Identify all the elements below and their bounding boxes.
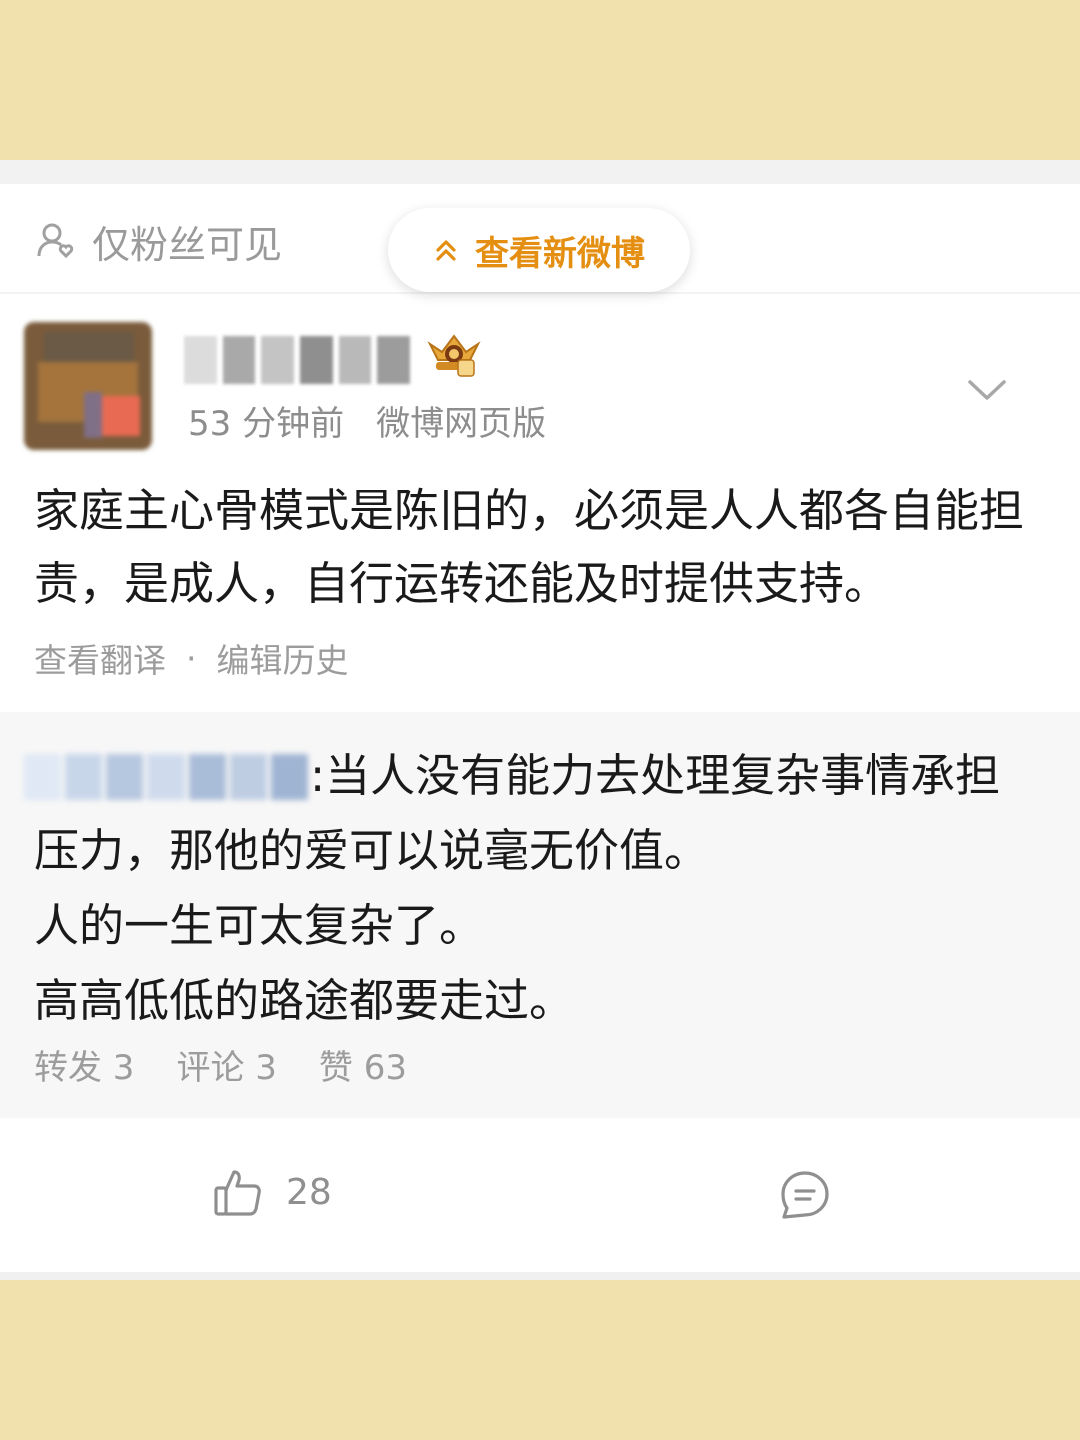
post-content: 家庭主心骨模式是陈旧的，必须是人人都各自能担责，是成人，自行运转还能及时提供支持… [34, 484, 1025, 610]
avatar[interactable] [24, 322, 152, 450]
chevron-up-double-icon [436, 240, 456, 261]
visibility-indicator: 仅粉丝可见 [36, 216, 283, 267]
divider [0, 292, 1080, 294]
top-divider-strip [0, 160, 1080, 184]
chevron-down-icon[interactable] [966, 374, 1008, 406]
post-time: 53 分钟前 [188, 404, 345, 444]
post-secondary-actions: 查看翻译 · 编辑历史 [34, 634, 349, 682]
user-fans-icon [37, 223, 74, 259]
reposted-content[interactable]: :当人没有能力去处理复杂事情承担 压力，那他的爱可以说毫无价值。 人的一生可太复… [0, 712, 1080, 1118]
repost-line: 高高低低的路途都要走过。 [34, 974, 575, 1027]
translate-link[interactable]: 查看翻译 [34, 634, 166, 682]
view-new-posts-button[interactable]: 查看新微博 [388, 208, 690, 292]
repost-line: 人的一生可太复杂了。 [34, 899, 485, 952]
repost-line: :当人没有能力去处理复杂事情承担 [310, 749, 1001, 802]
repost-text: :当人没有能力去处理复杂事情承担 压力，那他的爱可以说毫无价值。 人的一生可太复… [34, 738, 1046, 1038]
comment-icon[interactable] [778, 1168, 832, 1222]
like-count: 28 [286, 1171, 332, 1213]
repost-like-count[interactable]: 赞 63 [319, 1040, 407, 1089]
repost-comment-count[interactable]: 评论 3 [176, 1040, 276, 1089]
bottom-divider-strip [0, 1272, 1080, 1280]
edit-history-link[interactable]: 编辑历史 [217, 634, 349, 682]
action-bar: 28 [0, 1118, 1080, 1274]
repost-line: 压力，那他的爱可以说毫无价值。 [34, 824, 710, 877]
like-button[interactable]: 28 [212, 1166, 332, 1218]
view-new-posts-label: 查看新微博 [475, 233, 645, 274]
weibo-post-card: 仅粉丝可见 查看新微博 53 分钟前 微博网页版 家庭主心骨模式是陈旧的，必须是… [0, 160, 1080, 1280]
post-meta: 53 分钟前 微博网页版 [188, 396, 546, 445]
repost-stats: 转发 3 评论 3 赞 63 [34, 1040, 407, 1089]
post-source[interactable]: 微博网页版 [376, 396, 546, 445]
repost-forward-count[interactable]: 转发 3 [34, 1040, 134, 1089]
thumbs-up-icon [214, 1170, 261, 1216]
visibility-label: 仅粉丝可见 [92, 222, 283, 267]
separator-dot: · [186, 638, 197, 678]
vip-crown-icon[interactable] [426, 330, 482, 378]
username-redacted[interactable] [184, 336, 411, 384]
